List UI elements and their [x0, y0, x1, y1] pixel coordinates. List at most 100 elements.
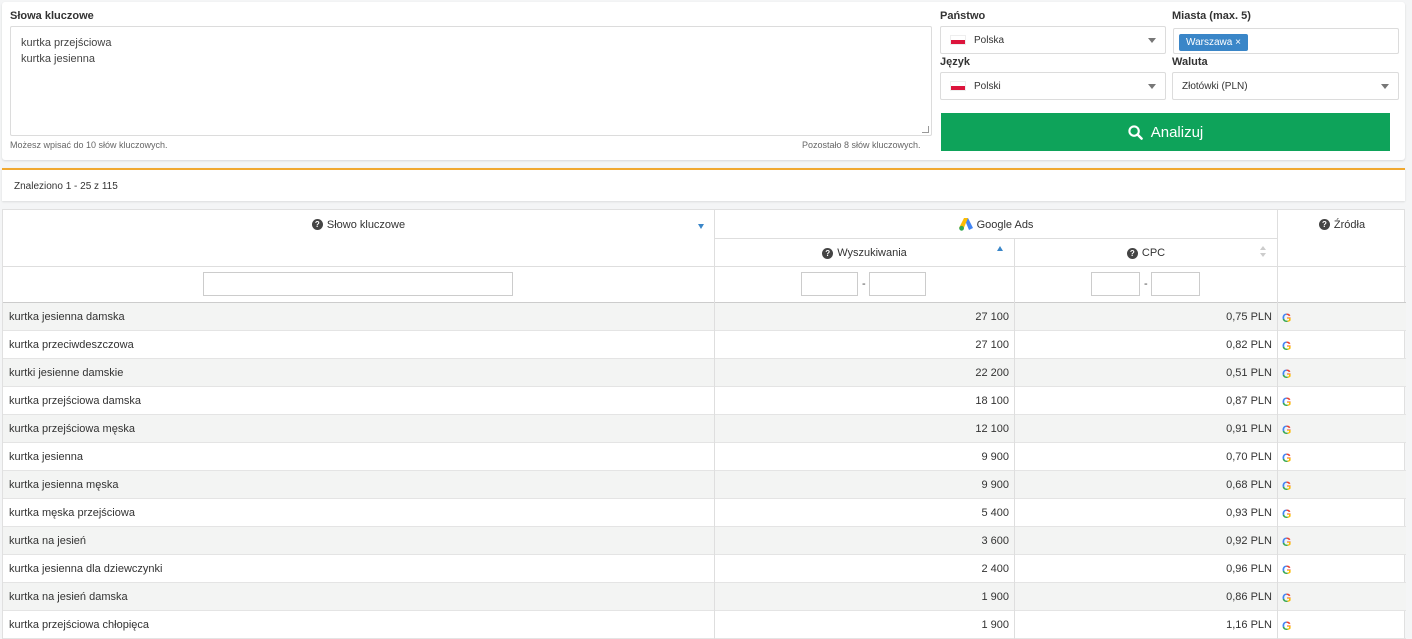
city-tag-warszawa[interactable]: Warszawa ×: [1179, 34, 1248, 51]
row-keyword: kurtka jesienna dla dziewczynki: [9, 563, 163, 575]
searches-min-input[interactable]: [801, 272, 858, 296]
currency-value: Złotówki (PLN): [1182, 80, 1248, 92]
help-icon: ?: [311, 219, 323, 230]
row-cpc: 0,70 PLN: [1226, 451, 1272, 463]
divider: [1014, 387, 1015, 415]
row-keyword: kurtka jesienna męska: [9, 479, 119, 491]
table-row: kurtka jesienna damska 27 100 0,75 PLN G: [3, 303, 1406, 331]
divider: [1277, 499, 1278, 527]
column-header-searches[interactable]: ? Wyszukiwania: [715, 239, 1014, 267]
divider: [1277, 359, 1278, 387]
row-searches: 1 900: [981, 619, 1009, 631]
divider: [1277, 331, 1278, 359]
sort-asc-icon[interactable]: [997, 246, 1003, 251]
divider: [1014, 527, 1015, 555]
sort-icon[interactable]: [1260, 246, 1266, 257]
row-searches: 27 100: [975, 311, 1009, 323]
keywords-textarea[interactable]: kurtka przejściowa kurtka jesienna: [10, 26, 932, 136]
divider: [714, 443, 715, 471]
column-header-sources-label: Źródła: [1333, 218, 1366, 231]
divider: [1277, 527, 1278, 555]
row-keyword: kurtka na jesień damska: [9, 591, 128, 603]
cpc-min-input[interactable]: [1091, 272, 1140, 296]
results-count: Znaleziono 1 - 25 z 115: [14, 181, 118, 192]
keywords-label: Słowa kluczowe: [10, 10, 94, 22]
poland-flag-icon: [950, 35, 966, 45]
divider: [714, 555, 715, 583]
row-keyword: kurtka przejściowa chłopięca: [9, 619, 150, 631]
group-header-google-ads: Google Ads: [715, 210, 1277, 239]
row-searches: 9 900: [981, 451, 1009, 463]
table-row: kurtka na jesień damska 1 900 0,86 PLN G: [3, 583, 1406, 611]
google-source-icon: G: [1282, 479, 1292, 493]
divider: [714, 583, 715, 611]
language-value: Polski: [974, 80, 1001, 92]
table-row: kurtka jesienna dla dziewczynki 2 400 0,96…: [3, 555, 1406, 583]
google-source-icon: G: [1282, 619, 1292, 633]
divider: [1277, 387, 1278, 415]
cities-input[interactable]: Warszawa ×: [1173, 28, 1399, 54]
google-source-icon: G: [1282, 423, 1292, 437]
divider: [1277, 471, 1278, 499]
row-searches: 9 900: [981, 479, 1009, 491]
language-select[interactable]: Polski: [940, 72, 1166, 100]
search-icon: [1128, 124, 1143, 140]
keyword-line: kurtka jesienna: [21, 53, 95, 65]
cpc-max-input[interactable]: [1151, 272, 1200, 296]
column-header-keyword[interactable]: ? Słowo kluczowe: [3, 210, 714, 239]
divider: [1014, 499, 1015, 527]
resize-handle-icon[interactable]: [922, 126, 929, 133]
chevron-down-icon: [1148, 84, 1156, 89]
google-source-icon: G: [1282, 367, 1292, 381]
row-keyword: kurtki jesienne damskie: [9, 367, 124, 379]
row-cpc: 0,86 PLN: [1226, 591, 1272, 603]
divider: [715, 238, 1277, 239]
row-searches: 12 100: [975, 423, 1009, 435]
divider: [714, 331, 715, 359]
currency-select[interactable]: Złotówki (PLN): [1172, 72, 1399, 100]
chevron-down-icon: [1381, 84, 1389, 89]
table-row: kurtki jesienne damskie 22 200 0,51 PLN G: [3, 359, 1406, 387]
table-row: kurtka przejściowa damska 18 100 0,87 PLN G: [3, 387, 1406, 415]
divider: [714, 210, 715, 303]
google-source-icon: G: [1282, 311, 1292, 325]
table-row: kurtka przeciwdeszczowa 27 100 0,82 PLN G: [3, 331, 1406, 359]
row-searches: 3 600: [981, 535, 1009, 547]
column-header-cpc[interactable]: ? CPC: [1015, 239, 1277, 267]
divider: [1277, 583, 1278, 611]
divider: [714, 527, 715, 555]
row-cpc: 0,93 PLN: [1226, 507, 1272, 519]
row-cpc: 0,87 PLN: [1226, 395, 1272, 407]
divider: [714, 415, 715, 443]
searches-max-input[interactable]: [869, 272, 926, 296]
help-icon: ?: [822, 247, 834, 259]
column-header-sources: ? Źródła: [1278, 210, 1406, 239]
keywords-table: ? Słowo kluczowe Google Ads ? Źródła ? W…: [2, 209, 1406, 639]
row-searches: 2 400: [981, 563, 1009, 575]
country-value: Polska: [974, 34, 1005, 46]
google-source-icon: G: [1282, 339, 1292, 353]
row-cpc: 1,16 PLN: [1226, 619, 1272, 631]
divider: [3, 266, 1406, 267]
divider: [1014, 583, 1015, 611]
keyword-filter-input[interactable]: [203, 272, 513, 296]
divider: [1277, 303, 1278, 331]
divider: [1014, 239, 1015, 303]
row-searches: 27 100: [975, 339, 1009, 351]
country-label: Państwo: [940, 10, 986, 22]
sort-desc-icon[interactable]: [698, 224, 704, 229]
row-cpc: 0,75 PLN: [1226, 311, 1272, 323]
column-header-searches-label: Wyszukiwania: [837, 247, 907, 259]
country-select[interactable]: Polska: [940, 26, 1166, 54]
divider: [714, 359, 715, 387]
analyze-button[interactable]: Analizuj: [941, 113, 1390, 151]
divider: [714, 387, 715, 415]
language-label: Język: [940, 56, 970, 68]
divider: [714, 499, 715, 527]
table-row: kurtka jesienna męska 9 900 0,68 PLN G: [3, 471, 1406, 499]
analyze-button-label: Analizuj: [1150, 123, 1204, 141]
google-source-icon: G: [1282, 591, 1292, 605]
currency-label: Waluta: [1172, 56, 1208, 68]
divider: [1014, 415, 1015, 443]
divider: [714, 471, 715, 499]
